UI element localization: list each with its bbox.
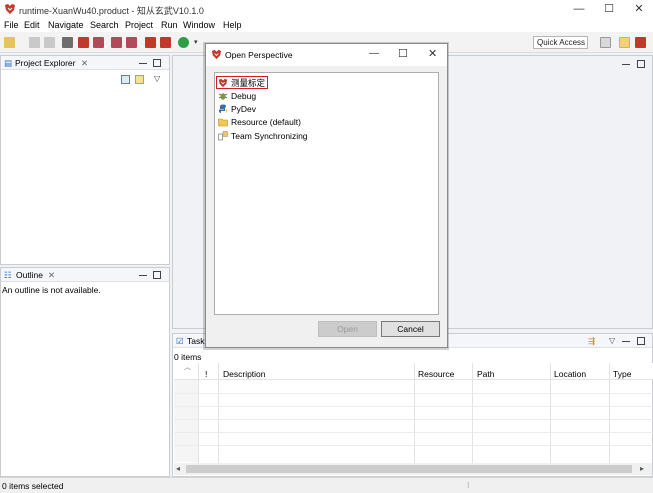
tasks-panel: ☑ Tasks ⇶ ▽ 0 items (172, 333, 653, 477)
python-icon (218, 104, 228, 114)
menu-project[interactable]: Project (125, 20, 153, 30)
outline-icon: ☷ (4, 270, 12, 280)
column-type[interactable]: Type (613, 369, 631, 379)
new-icon[interactable] (4, 37, 15, 48)
outline-tab-header: ☷ Outline ✕ (1, 268, 169, 282)
outline-panel: ☷ Outline ✕ An outline is not available. (0, 267, 170, 477)
title-bar: runtime-XuanWu40.product - 知从玄武V10.1.0 —… (0, 0, 653, 19)
column-priority[interactable]: ! (205, 369, 207, 379)
minimize-icon[interactable] (139, 271, 147, 276)
perspective-list: 测量标定 Debug PyDev Resource (default) Team… (214, 72, 439, 315)
project-explorer-tab[interactable]: Project Explorer (15, 58, 75, 68)
outline-tab[interactable]: Outline (16, 270, 43, 280)
perspective-label: Resource (default) (231, 117, 301, 127)
minimize-button[interactable]: — (567, 2, 591, 16)
filter-icon[interactable]: ⇶ (588, 336, 595, 347)
scrollbar-thumb[interactable] (186, 465, 632, 473)
menu-navigate[interactable]: Navigate (48, 20, 84, 30)
open-button[interactable]: Open (318, 321, 377, 337)
tool-d-icon[interactable] (126, 37, 137, 48)
dialog-title: Open Perspective (225, 50, 293, 60)
project-explorer-tab-header: ▤ Project Explorer ✕ (1, 56, 169, 70)
app-logo-icon (218, 78, 228, 88)
menu-search[interactable]: Search (90, 20, 119, 30)
window-title: runtime-XuanWu40.product - 知从玄武V10.1.0 (19, 6, 204, 16)
perspective-label: 测量标定 (231, 78, 266, 88)
tool-c-icon[interactable] (111, 37, 122, 48)
menu-edit[interactable]: Edit (24, 20, 40, 30)
status-separator: ⁝ (467, 481, 470, 490)
column-path[interactable]: Path (477, 369, 495, 379)
menu-bar: File Edit Navigate Search Project Run Wi… (0, 19, 653, 32)
sort-up-icon[interactable]: ︿ (184, 362, 191, 372)
scroll-right-icon[interactable]: ▸ (640, 464, 644, 473)
status-bar: 0 items selected ⁝ (0, 477, 653, 493)
dialog-maximize-button[interactable]: ☐ (398, 47, 408, 60)
build-icon[interactable] (62, 37, 73, 48)
tool-b-icon[interactable] (93, 37, 104, 48)
app-logo-icon (211, 49, 222, 60)
sync-icon (218, 131, 228, 141)
run-icon[interactable] (178, 37, 189, 48)
dialog-close-button[interactable]: ✕ (428, 47, 437, 60)
tool-a-icon[interactable] (78, 37, 89, 48)
tasks-icon: ☑ (176, 336, 184, 346)
dialog-title-bar: Open Perspective — ☐ ✕ (206, 44, 447, 66)
status-text: 0 items selected (2, 481, 64, 491)
save-all-icon[interactable] (44, 37, 55, 48)
cancel-button[interactable]: Cancel (381, 321, 440, 337)
horizontal-scrollbar[interactable]: ◂ ▸ (174, 463, 652, 475)
outline-message: An outline is not available. (2, 285, 101, 295)
maximize-icon[interactable] (637, 60, 645, 68)
tasks-count: 0 items (174, 352, 202, 362)
maximize-icon[interactable] (153, 271, 161, 279)
chevron-down-icon[interactable]: ▾ (194, 38, 201, 49)
view-menu-icon[interactable]: ▽ (154, 74, 160, 83)
maximize-icon[interactable] (637, 337, 645, 345)
maximize-button[interactable]: ☐ (597, 2, 621, 16)
tool-f-icon[interactable] (160, 37, 171, 48)
close-icon[interactable]: ✕ (48, 270, 55, 281)
quick-access-field[interactable]: Quick Access (533, 36, 588, 49)
app-logo-icon (5, 4, 15, 14)
column-description[interactable]: Description (223, 369, 266, 379)
perspective-label: Debug (231, 91, 257, 101)
minimize-icon[interactable] (139, 59, 147, 64)
view-menu-icon[interactable]: ▽ (609, 336, 615, 345)
dialog-minimize-button[interactable]: — (369, 48, 379, 59)
scroll-left-icon[interactable]: ◂ (176, 464, 180, 473)
close-icon[interactable]: ✕ (81, 58, 88, 69)
open-perspective-icon[interactable] (600, 37, 611, 48)
maximize-icon[interactable] (153, 59, 161, 67)
column-resource[interactable]: Resource (418, 369, 454, 379)
tool-e-icon[interactable] (145, 37, 156, 48)
perspective-label: PyDev (231, 104, 257, 114)
menu-file[interactable]: File (4, 20, 19, 30)
menu-help[interactable]: Help (223, 20, 242, 30)
bug-icon (218, 93, 228, 100)
open-perspective-dialog: Open Perspective — ☐ ✕ 测量标定 Debug PyDev (205, 43, 448, 348)
perspective-item-measurement[interactable]: 测量标定 (216, 76, 268, 89)
perspective-label: Team Synchronizing (231, 131, 308, 141)
folder-icon (218, 118, 228, 127)
save-icon[interactable] (29, 37, 40, 48)
minimize-icon[interactable] (622, 337, 630, 342)
menu-run[interactable]: Run (161, 20, 178, 30)
column-location[interactable]: Location (554, 369, 586, 379)
resource-perspective-icon[interactable] (619, 37, 630, 48)
minimize-icon[interactable] (622, 60, 630, 65)
close-window-button[interactable]: ✕ (627, 2, 651, 16)
app-perspective-icon[interactable] (635, 37, 646, 48)
folder-icon: ▤ (4, 58, 13, 68)
link-editor-icon[interactable] (135, 75, 144, 84)
collapse-all-icon[interactable] (121, 75, 130, 84)
project-explorer-panel: ▤ Project Explorer ✕ ▽ (0, 55, 170, 265)
menu-window[interactable]: Window (183, 20, 215, 30)
